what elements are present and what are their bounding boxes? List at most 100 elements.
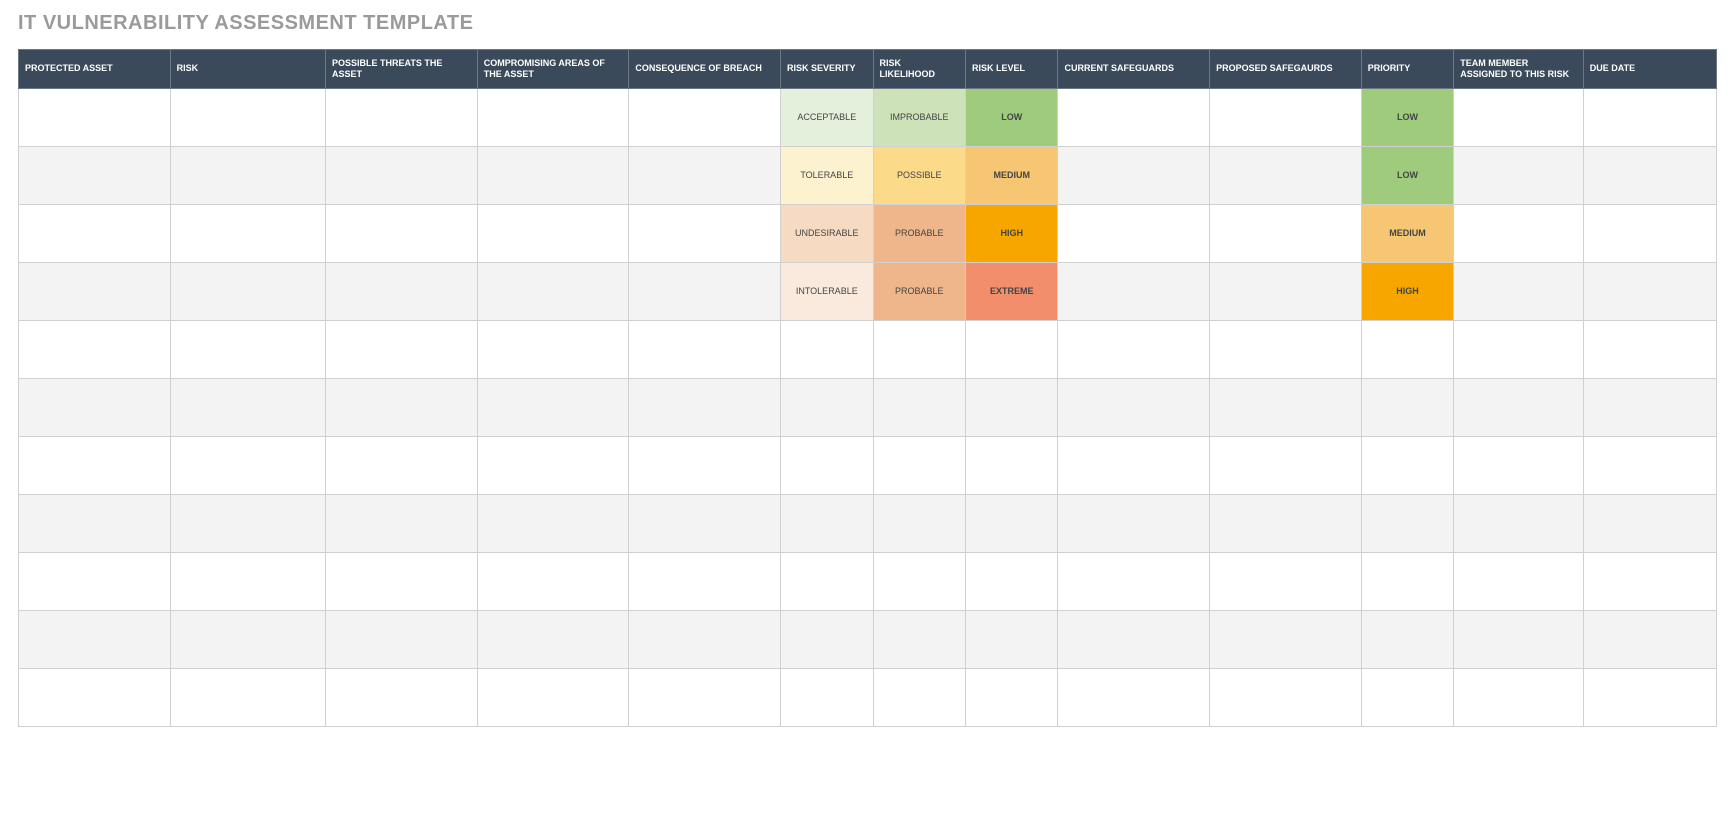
cell[interactable] bbox=[1361, 436, 1453, 494]
cell[interactable] bbox=[1583, 88, 1716, 146]
cell[interactable] bbox=[170, 320, 325, 378]
cell[interactable] bbox=[1454, 494, 1583, 552]
cell[interactable] bbox=[477, 320, 629, 378]
cell[interactable] bbox=[629, 436, 781, 494]
cell[interactable]: POSSIBLE bbox=[873, 146, 965, 204]
cell[interactable] bbox=[1583, 436, 1716, 494]
cell[interactable] bbox=[1210, 378, 1362, 436]
cell[interactable] bbox=[1058, 204, 1210, 262]
cell[interactable] bbox=[326, 436, 478, 494]
cell[interactable]: HIGH bbox=[1361, 262, 1453, 320]
cell[interactable] bbox=[19, 88, 171, 146]
cell[interactable] bbox=[1210, 204, 1362, 262]
cell[interactable] bbox=[629, 494, 781, 552]
cell[interactable]: EXTREME bbox=[965, 262, 1057, 320]
cell[interactable]: PROBABLE bbox=[873, 204, 965, 262]
cell[interactable] bbox=[1583, 378, 1716, 436]
cell[interactable]: LOW bbox=[1361, 88, 1453, 146]
cell[interactable] bbox=[1361, 552, 1453, 610]
cell[interactable] bbox=[781, 436, 873, 494]
cell[interactable] bbox=[629, 378, 781, 436]
cell[interactable] bbox=[1210, 610, 1362, 668]
cell[interactable] bbox=[326, 262, 478, 320]
cell[interactable] bbox=[170, 668, 325, 726]
cell[interactable] bbox=[170, 146, 325, 204]
cell[interactable] bbox=[629, 204, 781, 262]
cell[interactable] bbox=[629, 320, 781, 378]
cell[interactable] bbox=[19, 262, 171, 320]
cell[interactable] bbox=[170, 552, 325, 610]
cell[interactable] bbox=[1361, 378, 1453, 436]
cell[interactable] bbox=[781, 668, 873, 726]
cell[interactable] bbox=[1361, 320, 1453, 378]
cell[interactable] bbox=[629, 610, 781, 668]
cell[interactable] bbox=[1583, 668, 1716, 726]
cell[interactable] bbox=[1454, 88, 1583, 146]
cell[interactable] bbox=[1210, 88, 1362, 146]
cell[interactable] bbox=[1454, 146, 1583, 204]
cell[interactable] bbox=[1583, 146, 1716, 204]
cell[interactable] bbox=[629, 146, 781, 204]
cell[interactable] bbox=[19, 320, 171, 378]
cell[interactable] bbox=[170, 204, 325, 262]
cell[interactable]: MEDIUM bbox=[1361, 204, 1453, 262]
cell[interactable] bbox=[1454, 668, 1583, 726]
cell[interactable]: HIGH bbox=[965, 204, 1057, 262]
cell[interactable]: PROBABLE bbox=[873, 262, 965, 320]
cell[interactable] bbox=[873, 610, 965, 668]
cell[interactable] bbox=[1454, 262, 1583, 320]
cell[interactable] bbox=[965, 552, 1057, 610]
cell[interactable] bbox=[965, 610, 1057, 668]
cell[interactable] bbox=[1210, 668, 1362, 726]
cell[interactable] bbox=[781, 552, 873, 610]
cell[interactable] bbox=[1454, 610, 1583, 668]
cell[interactable] bbox=[1454, 552, 1583, 610]
cell[interactable] bbox=[170, 494, 325, 552]
cell[interactable] bbox=[873, 320, 965, 378]
cell[interactable] bbox=[873, 436, 965, 494]
cell[interactable] bbox=[19, 378, 171, 436]
cell[interactable] bbox=[1058, 668, 1210, 726]
cell[interactable] bbox=[1058, 610, 1210, 668]
cell[interactable] bbox=[477, 494, 629, 552]
cell[interactable] bbox=[326, 610, 478, 668]
cell[interactable] bbox=[19, 668, 171, 726]
cell[interactable] bbox=[326, 320, 478, 378]
cell[interactable] bbox=[873, 668, 965, 726]
cell[interactable] bbox=[1583, 262, 1716, 320]
cell[interactable] bbox=[326, 668, 478, 726]
cell[interactable] bbox=[19, 436, 171, 494]
cell[interactable] bbox=[1210, 436, 1362, 494]
cell[interactable] bbox=[1454, 436, 1583, 494]
cell[interactable]: MEDIUM bbox=[965, 146, 1057, 204]
cell[interactable] bbox=[1210, 494, 1362, 552]
cell[interactable] bbox=[1583, 204, 1716, 262]
cell[interactable] bbox=[1454, 320, 1583, 378]
cell[interactable] bbox=[781, 320, 873, 378]
cell[interactable] bbox=[1210, 320, 1362, 378]
cell[interactable] bbox=[326, 146, 478, 204]
cell[interactable]: LOW bbox=[965, 88, 1057, 146]
cell[interactable] bbox=[1058, 262, 1210, 320]
cell[interactable] bbox=[965, 378, 1057, 436]
cell[interactable] bbox=[873, 494, 965, 552]
cell[interactable] bbox=[1361, 610, 1453, 668]
cell[interactable] bbox=[781, 610, 873, 668]
cell[interactable] bbox=[1210, 552, 1362, 610]
cell[interactable] bbox=[477, 610, 629, 668]
cell[interactable] bbox=[170, 88, 325, 146]
cell[interactable] bbox=[170, 378, 325, 436]
cell[interactable] bbox=[1058, 146, 1210, 204]
cell[interactable] bbox=[1583, 320, 1716, 378]
cell[interactable] bbox=[965, 320, 1057, 378]
cell[interactable] bbox=[19, 494, 171, 552]
cell[interactable] bbox=[477, 204, 629, 262]
cell[interactable] bbox=[629, 552, 781, 610]
cell[interactable] bbox=[170, 436, 325, 494]
cell[interactable] bbox=[326, 552, 478, 610]
cell[interactable] bbox=[477, 552, 629, 610]
cell[interactable] bbox=[170, 262, 325, 320]
cell[interactable] bbox=[1058, 552, 1210, 610]
cell[interactable] bbox=[326, 378, 478, 436]
cell[interactable] bbox=[629, 88, 781, 146]
